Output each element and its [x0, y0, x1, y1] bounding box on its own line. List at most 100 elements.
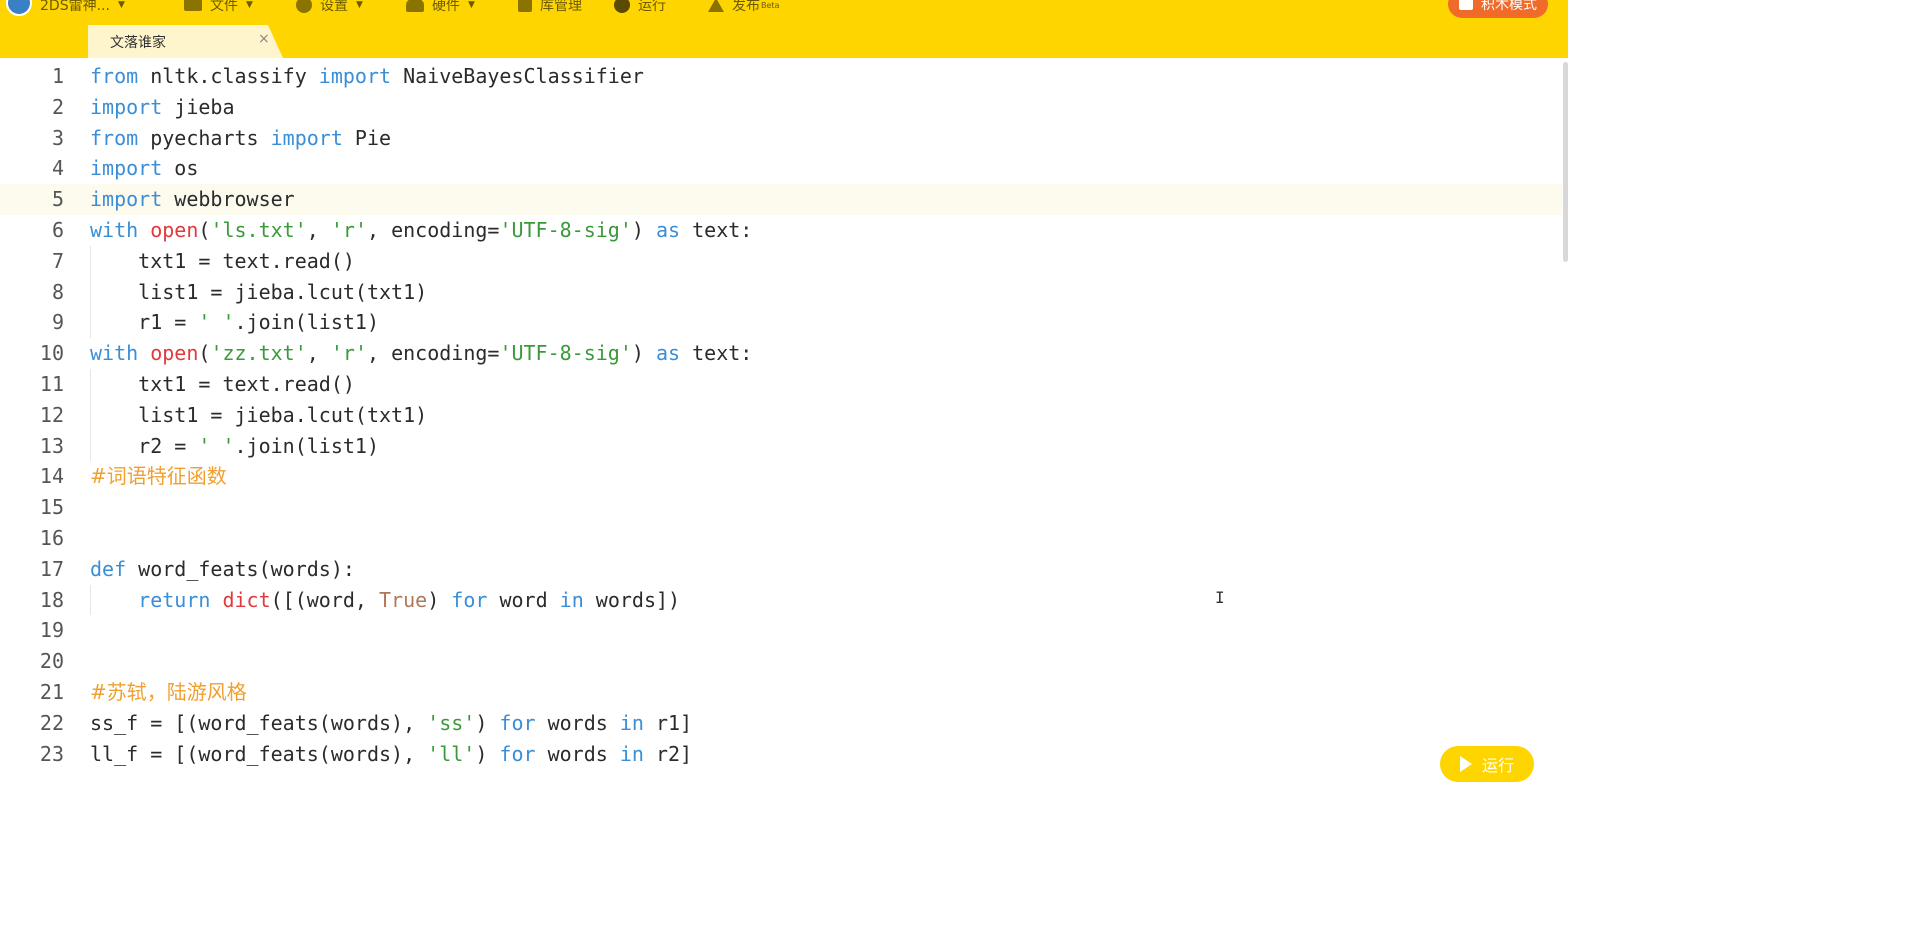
- code-token: ): [475, 710, 500, 735]
- code-line[interactable]: 16: [0, 523, 1562, 554]
- code-token: 'll': [427, 741, 476, 766]
- code-token: jieba: [162, 94, 235, 119]
- code-token: import: [90, 187, 163, 212]
- block-mode-button[interactable]: 积木模式: [1448, 0, 1548, 18]
- code-token: words]): [583, 587, 681, 612]
- code-token: from: [90, 125, 139, 150]
- beta-badge: Beta: [761, 0, 780, 10]
- code-line[interactable]: 1 from nltk.classify import NaiveBayesCla…: [0, 61, 1562, 92]
- code-line[interactable]: 23 ll_f = [(word_feats(words), 'll') for …: [0, 739, 1562, 770]
- code-editor[interactable]: 1 from nltk.classify import NaiveBayesCla…: [0, 58, 1568, 772]
- code-token: (: [198, 218, 211, 242]
- code-line[interactable]: 21 #苏轼，陆游风格: [0, 677, 1562, 708]
- code-token: word_feats(words):: [126, 556, 355, 581]
- code-token: pyecharts: [138, 125, 271, 150]
- chevron-down-icon: ▼: [468, 0, 475, 10]
- code-token: , encoding=: [366, 341, 500, 366]
- code-token: for: [499, 710, 536, 735]
- code-text: return dict([(word, True) for word in wo…: [90, 585, 680, 616]
- code-token: #苏轼，陆游风格: [90, 680, 247, 704]
- code-line[interactable]: 6 with open('ls.txt', 'r', encoding='UTF-…: [0, 215, 1562, 246]
- play-icon: [1459, 756, 1472, 772]
- top-menu-bar: 2DS雷神... ▼ 文件 ▼ 设置 ▼ 硬件 ▼ 库管理 运行 发布 Beta …: [0, 0, 1568, 22]
- code-line[interactable]: 18 return dict([(word, True) for word in…: [0, 585, 1562, 616]
- code-token: word: [487, 587, 560, 612]
- code-token: nltk.classify: [138, 64, 319, 88]
- code-token: (: [198, 341, 211, 366]
- code-text: import os: [90, 153, 198, 184]
- code-token: .join(list1): [234, 433, 380, 458]
- code-line[interactable]: 13 r2 = ' '.join(list1): [0, 431, 1562, 462]
- code-token: text:: [680, 341, 753, 366]
- code-token: in: [619, 741, 644, 766]
- account-menu[interactable]: 2DS雷神... ▼: [6, 0, 125, 16]
- code-token: for: [499, 741, 536, 766]
- hardware-menu[interactable]: 硬件 ▼: [406, 0, 475, 16]
- line-number: 14: [39, 464, 64, 489]
- code-token: 'r': [330, 341, 367, 366]
- avatar-icon: [6, 0, 32, 16]
- file-tab[interactable]: 文落谁家 ×: [88, 25, 283, 58]
- line-number: 12: [39, 402, 64, 427]
- code-line[interactable]: 3 from pyecharts import Pie: [0, 123, 1562, 154]
- code-token: ll_f = [(word_feats(words),: [90, 741, 428, 766]
- code-token: import: [318, 64, 392, 88]
- code-line[interactable]: 20: [0, 646, 1562, 677]
- code-line[interactable]: 19: [0, 615, 1562, 646]
- code-token: ,: [306, 218, 331, 242]
- publish-menu[interactable]: 发布 Beta: [708, 0, 779, 16]
- code-token: return: [138, 587, 211, 612]
- code-token: ): [631, 341, 656, 366]
- code-line[interactable]: 10 with open('zz.txt', 'r', encoding='UTF…: [0, 338, 1562, 369]
- code-line[interactable]: 11 txt1 = text.read(): [0, 369, 1562, 400]
- code-token: words: [535, 710, 620, 735]
- code-token: list1 = jieba.lcut(txt1): [90, 279, 428, 304]
- code-text: ss_f = [(word_feats(words), 'ss') for wo…: [90, 708, 692, 739]
- code-line[interactable]: 5 import webbrowser: [0, 184, 1562, 215]
- code-line[interactable]: 9 r1 = ' '.join(list1): [0, 307, 1562, 338]
- code-token: open: [150, 341, 199, 366]
- code-token: #词语特征函数: [90, 464, 227, 489]
- code-token: ss_f = [(word_feats(words),: [90, 710, 428, 735]
- line-number: 5: [51, 187, 64, 212]
- code-line[interactable]: 8 list1 = jieba.lcut(txt1): [0, 277, 1562, 308]
- library-manager-menu[interactable]: 库管理: [518, 0, 582, 16]
- chevron-down-icon: ▼: [356, 0, 363, 10]
- code-line[interactable]: 15: [0, 492, 1562, 523]
- file-menu[interactable]: 文件 ▼: [184, 0, 253, 16]
- run-button[interactable]: 运行: [1440, 746, 1534, 782]
- line-number: 18: [39, 587, 64, 612]
- tab-bar: 文落谁家 ×: [0, 22, 1568, 58]
- line-number: 10: [39, 341, 64, 366]
- code-line[interactable]: 17 def word_feats(words):: [0, 554, 1562, 585]
- code-line[interactable]: 12 list1 = jieba.lcut(txt1): [0, 400, 1562, 431]
- code-token: txt1 = text.read(): [90, 372, 355, 396]
- code-line[interactable]: 7 txt1 = text.read(): [0, 246, 1562, 277]
- line-number: 20: [39, 649, 64, 674]
- gear-icon: [296, 0, 312, 13]
- code-line[interactable]: 2 import jieba: [0, 92, 1562, 123]
- code-token: NaiveBayesClassifier: [391, 64, 644, 88]
- code-token: 'UTF-8-sig': [499, 218, 632, 242]
- code-text: import webbrowser: [90, 184, 295, 215]
- code-line[interactable]: 4 import os: [0, 153, 1562, 184]
- code-line[interactable]: 14 #词语特征函数: [0, 461, 1562, 492]
- line-number: 3: [51, 125, 64, 150]
- account-label: 2DS雷神...: [40, 0, 110, 14]
- line-number: 11: [39, 372, 64, 396]
- run-menu-label: 运行: [638, 0, 666, 14]
- scrollbar-thumb[interactable]: [1563, 62, 1568, 262]
- hardware-icon: [406, 0, 424, 12]
- code-line[interactable]: 22 ss_f = [(word_feats(words), 'ss') for …: [0, 708, 1562, 739]
- file-tab-label: 文落谁家: [110, 34, 166, 51]
- code-text: #苏轼，陆游风格: [90, 677, 247, 708]
- close-icon[interactable]: ×: [258, 31, 270, 47]
- run-menu[interactable]: 运行: [614, 0, 666, 16]
- line-number: 15: [39, 495, 64, 520]
- settings-menu[interactable]: 设置 ▼: [296, 0, 363, 16]
- code-token: open: [150, 218, 199, 242]
- blocks-icon: [1459, 0, 1473, 10]
- line-number: 19: [39, 618, 64, 643]
- code-token: for: [451, 587, 488, 612]
